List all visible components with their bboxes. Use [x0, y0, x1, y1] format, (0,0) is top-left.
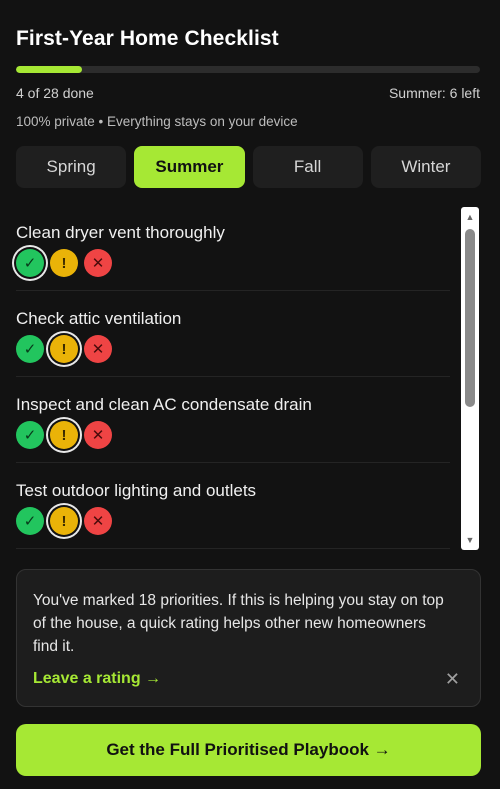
list-item: Clean dryer vent thoroughly ✓ ! ✕: [16, 205, 450, 291]
scroll-down-arrow-icon[interactable]: ▼: [461, 532, 479, 548]
done-check-button[interactable]: ✓: [16, 421, 44, 449]
done-check-button[interactable]: ✓: [16, 507, 44, 535]
task-list: Clean dryer vent thoroughly ✓ ! ✕ Check …: [0, 205, 500, 550]
progress-bar: [16, 66, 480, 73]
scroll-thumb[interactable]: [465, 229, 475, 407]
rating-group: ✓ ! ✕: [16, 335, 112, 363]
tab-summer[interactable]: Summer: [134, 146, 245, 188]
rating-group: ✓ ! ✕: [16, 249, 112, 277]
list-item: Test outdoor lighting and outlets ✓ ! ✕: [16, 463, 450, 549]
priority-warning-button[interactable]: !: [50, 421, 78, 449]
skip-x-button[interactable]: ✕: [84, 421, 112, 449]
rating-nudge-card: You've marked 18 priorities. If this is …: [16, 569, 481, 707]
privacy-note: 100% private • Everything stays on your …: [16, 114, 298, 129]
scroll-up-arrow-icon[interactable]: ▲: [461, 209, 479, 225]
tab-spring[interactable]: Spring: [16, 146, 127, 188]
leave-rating-link[interactable]: Leave a rating →: [33, 670, 161, 688]
checklist-app: First-Year Home Checklist 4 of 28 done S…: [0, 0, 500, 789]
priority-warning-button[interactable]: !: [50, 507, 78, 535]
close-icon[interactable]: ✕: [445, 669, 460, 690]
task-label: Test outdoor lighting and outlets: [16, 481, 257, 500]
rating-group: ✓ ! ✕: [16, 421, 112, 449]
season-remaining: Summer: 6 left: [388, 85, 480, 101]
nudge-message: You've marked 18 priorities. If this is …: [33, 592, 444, 655]
list-item: Check attic ventilation ✓ ! ✕: [16, 291, 450, 377]
progress-fill: [16, 66, 83, 73]
task-label: Check attic ventilation: [16, 309, 182, 328]
done-check-button[interactable]: ✓: [16, 249, 44, 277]
page-title: First-Year Home Checklist: [16, 27, 279, 50]
list-item: Inspect and clean AC condensate drain ✓ …: [16, 377, 450, 463]
tab-winter[interactable]: Winter: [370, 146, 481, 188]
done-check-button[interactable]: ✓: [16, 335, 44, 363]
priority-warning-button[interactable]: !: [50, 249, 78, 277]
priority-warning-button[interactable]: !: [50, 335, 78, 363]
tab-fall[interactable]: Fall: [252, 146, 363, 188]
skip-x-button[interactable]: ✕: [84, 507, 112, 535]
playbook-cta-button[interactable]: Get the Full Prioritised Playbook →: [16, 724, 481, 776]
task-label: Clean dryer vent thoroughly: [16, 223, 225, 242]
skip-x-button[interactable]: ✕: [84, 249, 112, 277]
list-scrollbar[interactable]: ▲ ▼: [461, 207, 479, 550]
skip-x-button[interactable]: ✕: [84, 335, 112, 363]
rating-group: ✓ ! ✕: [16, 507, 112, 535]
done-count: 4 of 28 done: [16, 85, 94, 101]
season-tabs: Spring Summer Fall Winter: [16, 146, 481, 188]
task-label: Inspect and clean AC condensate drain: [16, 395, 312, 414]
